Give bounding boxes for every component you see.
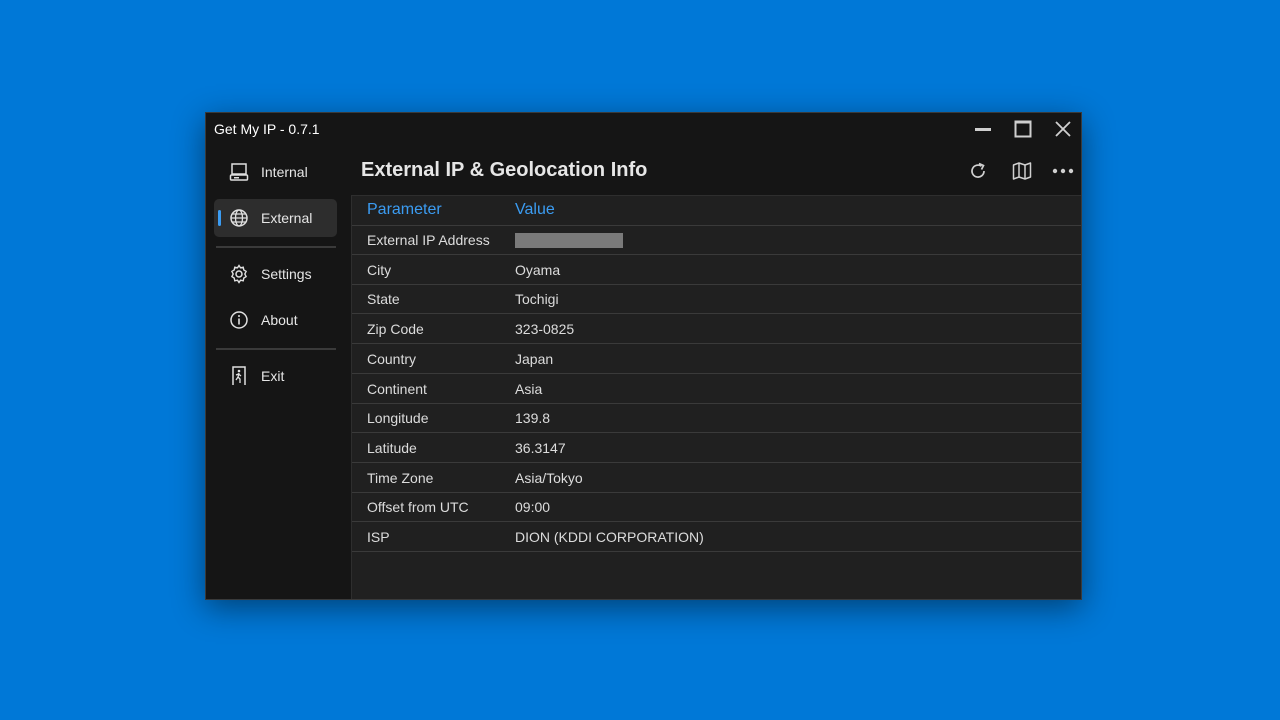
sidebar-divider: [216, 348, 336, 350]
row-value: 139.8: [515, 410, 551, 427]
close-button[interactable]: [1043, 113, 1083, 145]
gear-icon: [230, 264, 248, 284]
row-value: Asia/Tokyo: [515, 469, 583, 486]
sidebar-item-label: Exit: [261, 368, 285, 384]
row-value: DION (KDDI CORPORATION): [515, 529, 704, 545]
row-parameter: External IP Address: [367, 232, 490, 248]
row-value: 323-0825: [515, 321, 575, 338]
sidebar-item-label: About: [261, 312, 298, 328]
more-button[interactable]: [1051, 160, 1075, 182]
table-row[interactable]: External IP Address: [352, 225, 1081, 255]
info-table: Parameter Value External IP Address City O…: [351, 195, 1081, 599]
table-row[interactable]: Longitude 139.8: [352, 403, 1081, 434]
minimize-icon: [975, 128, 991, 131]
maximize-button[interactable]: [1003, 113, 1043, 145]
sidebar-item-about[interactable]: About: [214, 301, 337, 339]
table-row[interactable]: State Tochigi: [352, 284, 1081, 315]
sidebar-item-external[interactable]: External: [214, 199, 337, 237]
table-row[interactable]: Latitude 36.3147: [352, 433, 1081, 463]
sidebar-item-internal[interactable]: Internal: [214, 153, 337, 191]
app-window: Get My IP - 0.7.1 Internal External Sett…: [205, 112, 1082, 600]
table-header: Parameter Value: [352, 196, 1081, 226]
active-indicator: [218, 210, 221, 226]
refresh-button[interactable]: [966, 160, 990, 182]
sidebar-item-label: External: [261, 210, 313, 226]
row-parameter: Time Zone: [367, 469, 434, 486]
table-row[interactable]: Offset from UTC 09:00: [352, 492, 1081, 523]
more-icon: [1052, 168, 1074, 174]
sidebar: Internal External Settings About Exit: [206, 145, 351, 599]
row-parameter: State: [367, 291, 400, 308]
minimize-button[interactable]: [963, 113, 1003, 145]
title-bar[interactable]: Get My IP - 0.7.1: [206, 113, 1081, 145]
close-icon: [1055, 121, 1071, 137]
table-row[interactable]: Continent Asia: [352, 374, 1081, 404]
table-row[interactable]: Time Zone Asia/Tokyo: [352, 463, 1081, 493]
row-parameter: Latitude: [367, 439, 417, 456]
row-value: Japan: [515, 350, 554, 367]
row-value: Tochigi: [515, 291, 559, 308]
row-value: 36.3147: [515, 439, 566, 456]
row-value: 09:00: [515, 499, 551, 516]
row-parameter: Zip Code: [367, 321, 424, 338]
refresh-icon: [971, 162, 985, 178]
row-parameter: Continent: [367, 380, 427, 397]
row-parameter: ISP: [367, 529, 390, 545]
sidebar-divider: [216, 246, 336, 248]
sidebar-item-label: Internal: [261, 164, 308, 180]
row-parameter: Longitude: [367, 410, 429, 427]
map-icon: [1012, 162, 1032, 180]
exit-icon: [232, 366, 246, 385]
table-row[interactable]: Country Japan: [352, 344, 1081, 374]
row-parameter: Offset from UTC: [367, 499, 469, 516]
row-parameter: Country: [367, 350, 417, 367]
globe-icon: [230, 209, 248, 227]
row-value: Asia: [515, 380, 543, 397]
sidebar-item-settings[interactable]: Settings: [214, 255, 337, 293]
table-row[interactable]: ISP DION (KDDI CORPORATION): [352, 522, 1081, 552]
column-header-value[interactable]: Value: [515, 201, 555, 219]
window-title: Get My IP - 0.7.1: [214, 121, 320, 137]
map-button[interactable]: [1010, 160, 1034, 182]
page-title: External IP & Geolocation Info: [361, 159, 648, 181]
row-value: Oyama: [515, 261, 561, 278]
column-header-parameter[interactable]: Parameter: [367, 201, 442, 219]
sidebar-item-exit[interactable]: Exit: [214, 357, 337, 395]
redacted-value: [515, 233, 623, 248]
table-row[interactable]: City Oyama: [352, 255, 1081, 285]
row-parameter: City: [367, 261, 392, 278]
info-icon: [230, 311, 248, 329]
table-row[interactable]: Zip Code 323-0825: [352, 314, 1081, 345]
sidebar-item-label: Settings: [261, 266, 312, 282]
row-value: [515, 232, 623, 251]
computer-icon: [229, 163, 249, 181]
maximize-icon: [1014, 120, 1032, 138]
